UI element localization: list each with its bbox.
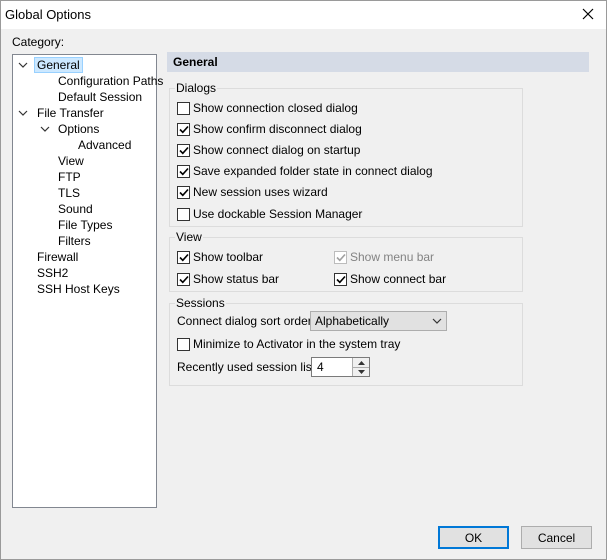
checkmark-icon	[178, 146, 189, 154]
ok-button[interactable]: OK	[438, 526, 509, 549]
checkmark-icon	[178, 125, 189, 133]
tree-item-ftp[interactable]: FTP	[56, 169, 83, 185]
show-connect-bar-checkbox[interactable]: Show connect bar	[334, 271, 446, 287]
caret-up-icon	[357, 360, 365, 365]
save-expanded-folder-checkbox[interactable]: Save expanded folder state in connect di…	[177, 163, 433, 179]
category-label: Category:	[12, 35, 65, 49]
sort-order-value: Alphabetically	[315, 314, 390, 328]
tree-item-sound[interactable]: Sound	[56, 201, 95, 217]
caret-down-icon	[357, 369, 365, 374]
tree-item-ssh-host-keys[interactable]: SSH Host Keys	[35, 281, 122, 297]
show-toolbar-checkbox[interactable]: Show toolbar	[177, 249, 263, 265]
panel-title: General	[167, 52, 589, 72]
new-session-wizard-checkbox[interactable]: New session uses wizard	[177, 184, 328, 200]
tree-item-firewall[interactable]: Firewall	[35, 249, 80, 265]
global-options-window: Global Options Category: General Configu…	[0, 0, 607, 560]
checkbox-box	[177, 101, 190, 115]
spinner-down-button[interactable]	[353, 367, 369, 376]
cancel-button[interactable]: Cancel	[521, 526, 592, 549]
recent-list-label: Recently used session list:	[177, 360, 319, 374]
dialogs-group-title: Dialogs	[175, 81, 218, 95]
tree-item-general[interactable]: General	[34, 57, 83, 73]
tree-item-options[interactable]: Options	[56, 121, 101, 137]
checkmark-icon	[335, 275, 346, 283]
tree-item-configuration-paths[interactable]: Configuration Paths	[56, 73, 165, 89]
tree-item-file-transfer[interactable]: File Transfer	[35, 105, 106, 121]
show-connect-on-startup-checkbox[interactable]: Show connect dialog on startup	[177, 142, 360, 158]
close-button[interactable]	[576, 3, 600, 25]
spinner-arrows	[352, 358, 369, 376]
checkbox-box	[177, 337, 190, 351]
close-icon	[582, 8, 594, 20]
checkmark-icon	[178, 167, 189, 175]
tree-item-file-types[interactable]: File Types	[56, 217, 114, 233]
tree-item-view[interactable]: View	[56, 153, 86, 169]
chevron-down-icon[interactable]	[39, 121, 51, 137]
chevron-down-icon[interactable]	[17, 57, 29, 73]
window-title: Global Options	[5, 7, 91, 22]
checkmark-icon	[178, 275, 189, 283]
tree-item-default-session[interactable]: Default Session	[56, 89, 144, 105]
checkbox-box	[177, 143, 190, 157]
category-tree[interactable]: General Configuration Paths Default Sess…	[12, 54, 163, 508]
dockable-session-manager-checkbox[interactable]: Use dockable Session Manager	[177, 206, 362, 222]
show-confirm-disconnect-checkbox[interactable]: Show confirm disconnect dialog	[177, 121, 362, 137]
checkbox-box	[334, 250, 347, 264]
tree-item-advanced[interactable]: Advanced	[76, 137, 133, 153]
sessions-group-title: Sessions	[175, 296, 226, 310]
title-bar: Global Options	[1, 1, 606, 29]
minimize-to-tray-checkbox[interactable]: Minimize to Activator in the system tray	[177, 336, 400, 352]
checkmark-icon	[178, 188, 189, 196]
recent-list-spinner[interactable]: 4	[311, 357, 370, 377]
checkbox-box	[177, 207, 190, 221]
checkbox-box	[177, 185, 190, 199]
tree-item-filters[interactable]: Filters	[56, 233, 93, 249]
checkbox-box	[177, 164, 190, 178]
show-menu-bar-checkbox: Show menu bar	[334, 249, 434, 265]
checkbox-box	[334, 272, 347, 286]
view-group-title: View	[175, 230, 203, 244]
sort-order-dropdown[interactable]: Alphabetically	[310, 311, 447, 331]
sort-order-label: Connect dialog sort order:	[177, 314, 316, 328]
recent-list-value: 4	[317, 360, 324, 374]
checkmark-icon	[335, 253, 346, 261]
tree-item-ssh2[interactable]: SSH2	[35, 265, 70, 281]
chevron-down-icon	[432, 318, 442, 324]
checkbox-box	[177, 250, 190, 264]
chevron-down-icon[interactable]	[17, 105, 29, 121]
show-connection-closed-checkbox[interactable]: Show connection closed dialog	[177, 100, 358, 116]
checkbox-box	[177, 272, 190, 286]
checkmark-icon	[178, 253, 189, 261]
checkbox-box	[177, 122, 190, 136]
show-status-bar-checkbox[interactable]: Show status bar	[177, 271, 279, 287]
tree-item-tls[interactable]: TLS	[56, 185, 82, 201]
